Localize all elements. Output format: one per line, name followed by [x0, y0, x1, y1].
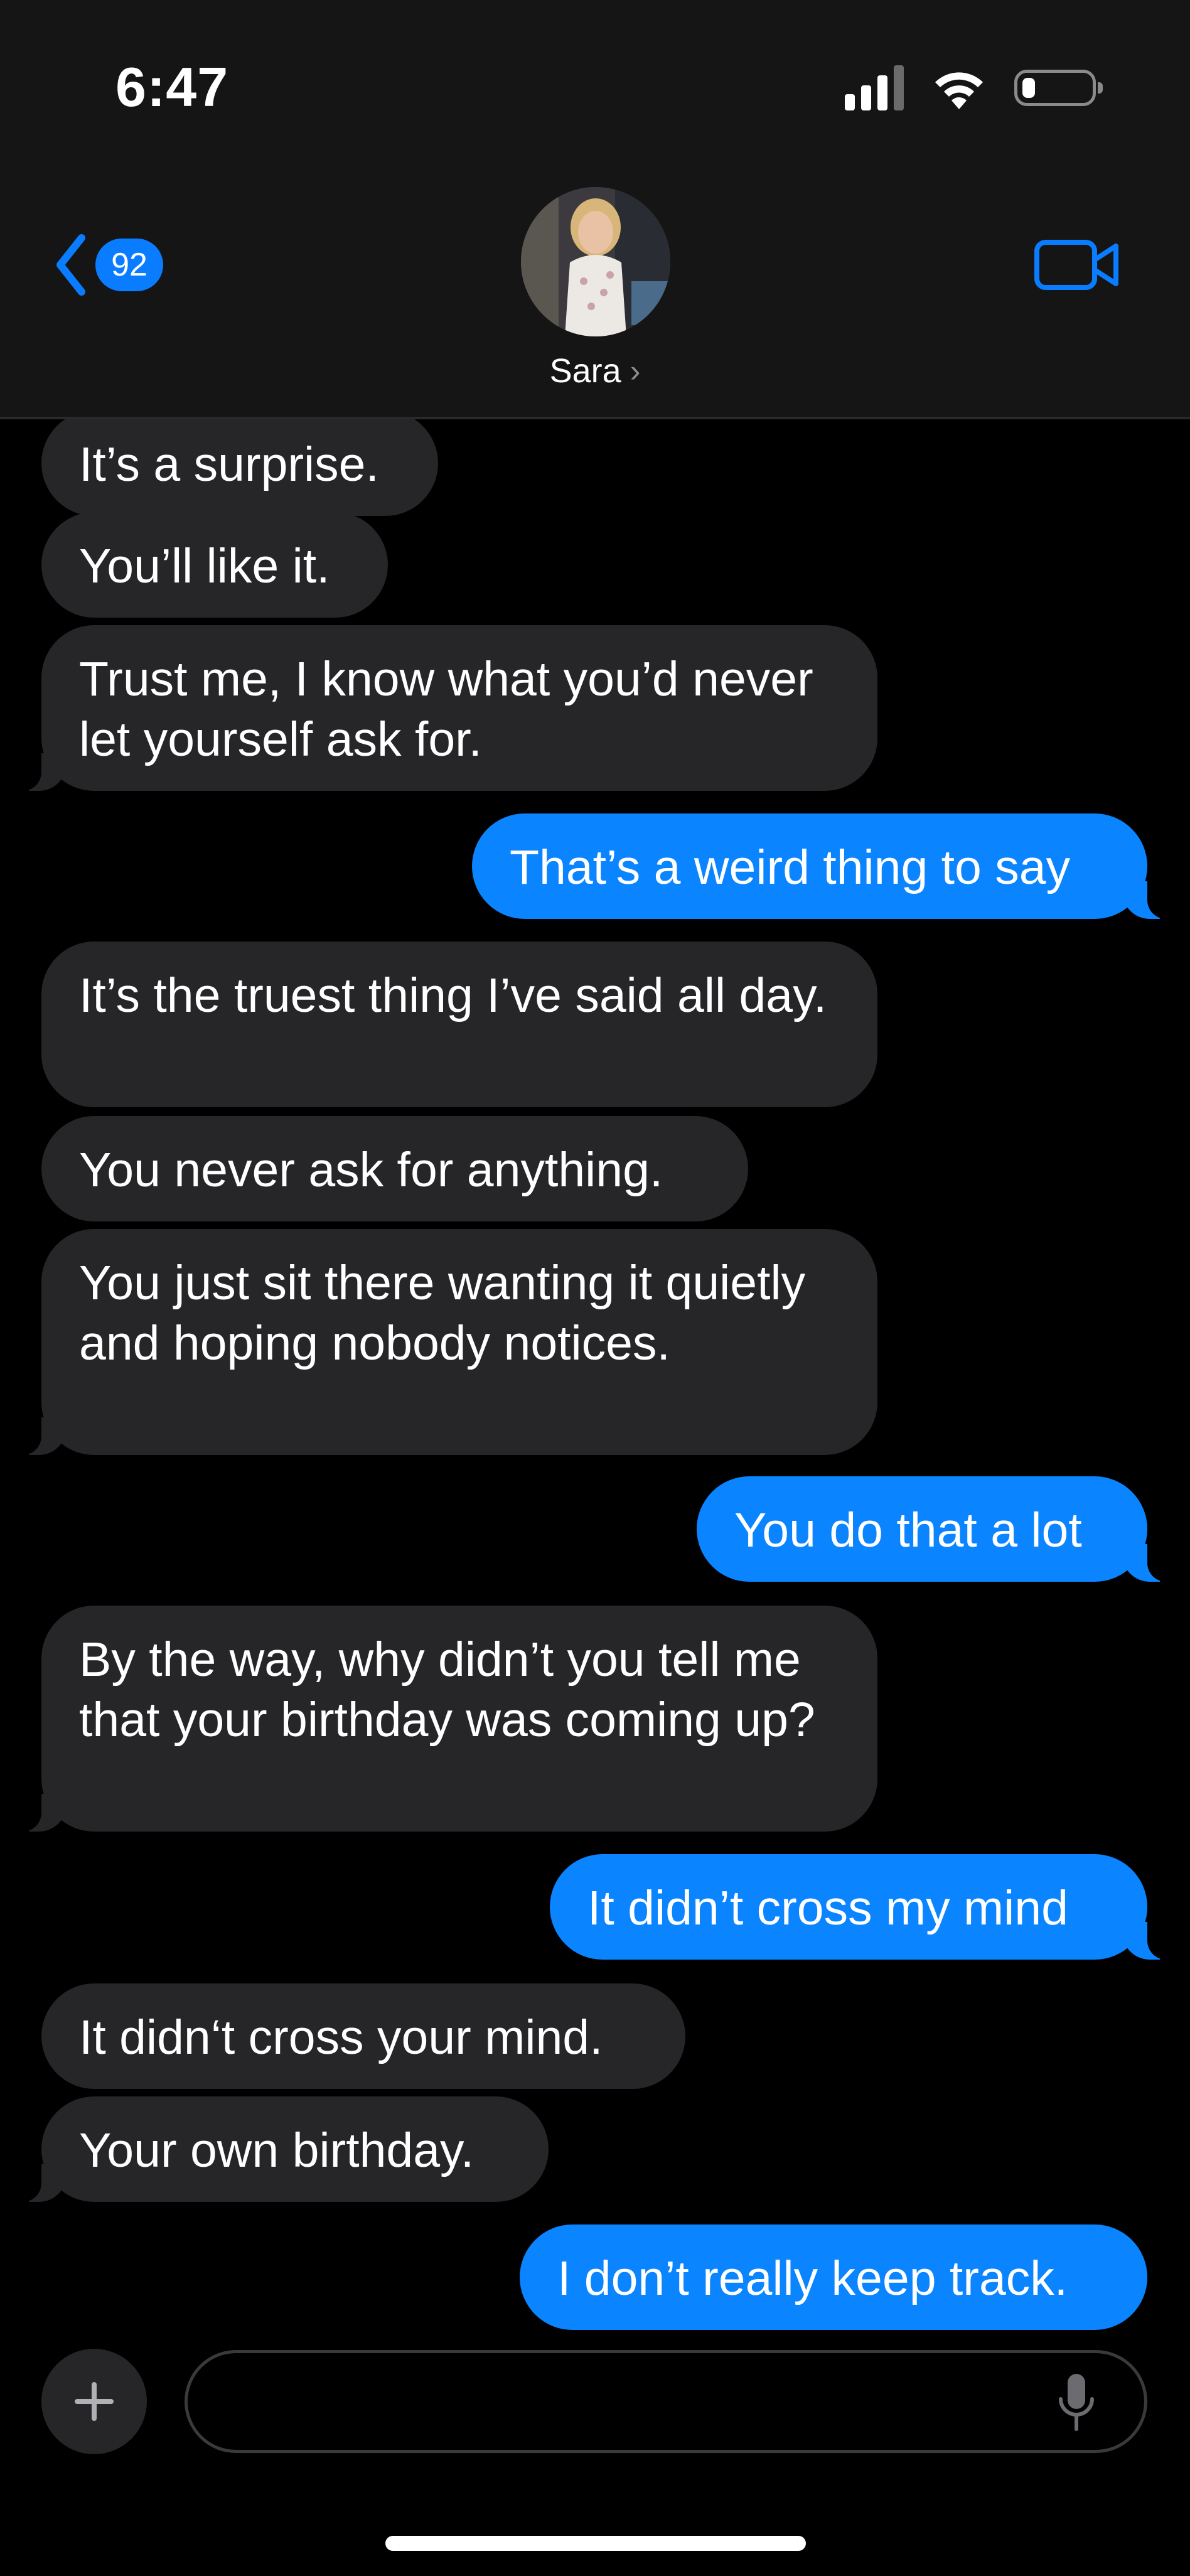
status-icons: [845, 63, 1103, 113]
message-bubble-incoming[interactable]: It didn‘t cross your mind.: [41, 1983, 685, 2089]
message-thread[interactable]: It’s a surprise. You’ll like it. Trust m…: [0, 419, 1190, 2334]
chevron-left-icon: [56, 234, 85, 296]
message-bubble-incoming[interactable]: Trust me, I know what you’d never let yo…: [16, 625, 877, 791]
wifi-icon: [935, 72, 983, 109]
message-bubble-incoming[interactable]: By the way, why didn’t you tell me that …: [16, 1606, 877, 1832]
message-bubble-incoming[interactable]: You never ask for anything.: [41, 1116, 748, 1221]
conversation-header: 6:47 92 Sara ›: [0, 0, 1190, 419]
battery-level: [1022, 78, 1035, 98]
message-bubble-incoming[interactable]: You just sit there wanting it quietly an…: [16, 1229, 877, 1455]
message-bubble-incoming[interactable]: It’s a surprise.: [41, 419, 438, 516]
message-bubble-incoming[interactable]: It’s the truest thing I’ve said all day.: [41, 942, 877, 1107]
add-attachment-button[interactable]: [41, 2349, 147, 2454]
home-indicator[interactable]: [385, 2536, 806, 2551]
message-bubble-incoming[interactable]: You’ll like it.: [41, 512, 388, 618]
status-time: 6:47: [115, 56, 229, 118]
avatar-photo: [521, 187, 670, 336]
microphone-icon[interactable]: [1054, 2371, 1098, 2434]
message-bubble-outgoing[interactable]: That’s a weird thing to say: [472, 813, 1172, 919]
contact-name: Sara: [549, 352, 621, 390]
contact-avatar[interactable]: [521, 187, 670, 336]
plus-icon: [75, 2382, 114, 2421]
contact-name-button[interactable]: Sara ›: [0, 352, 1190, 390]
message-input[interactable]: [185, 2350, 1147, 2453]
message-bubble-outgoing[interactable]: It didn’t cross my mind: [550, 1854, 1172, 1960]
video-camera-icon: [1034, 240, 1097, 290]
message-bubble-incoming[interactable]: Your own birthday.: [16, 2096, 549, 2202]
cellular-signal-icon: [845, 65, 904, 110]
message-bubble-outgoing[interactable]: I don’t really keep track.: [520, 2224, 1147, 2330]
back-button[interactable]: 92: [49, 227, 163, 303]
battery-icon: [1014, 70, 1103, 106]
message-bubble-outgoing[interactable]: You do that a lot: [697, 1476, 1172, 1582]
unread-count-badge: 92: [95, 239, 163, 291]
chevron-right-icon: ›: [630, 353, 641, 389]
video-call-button[interactable]: [1033, 233, 1121, 296]
